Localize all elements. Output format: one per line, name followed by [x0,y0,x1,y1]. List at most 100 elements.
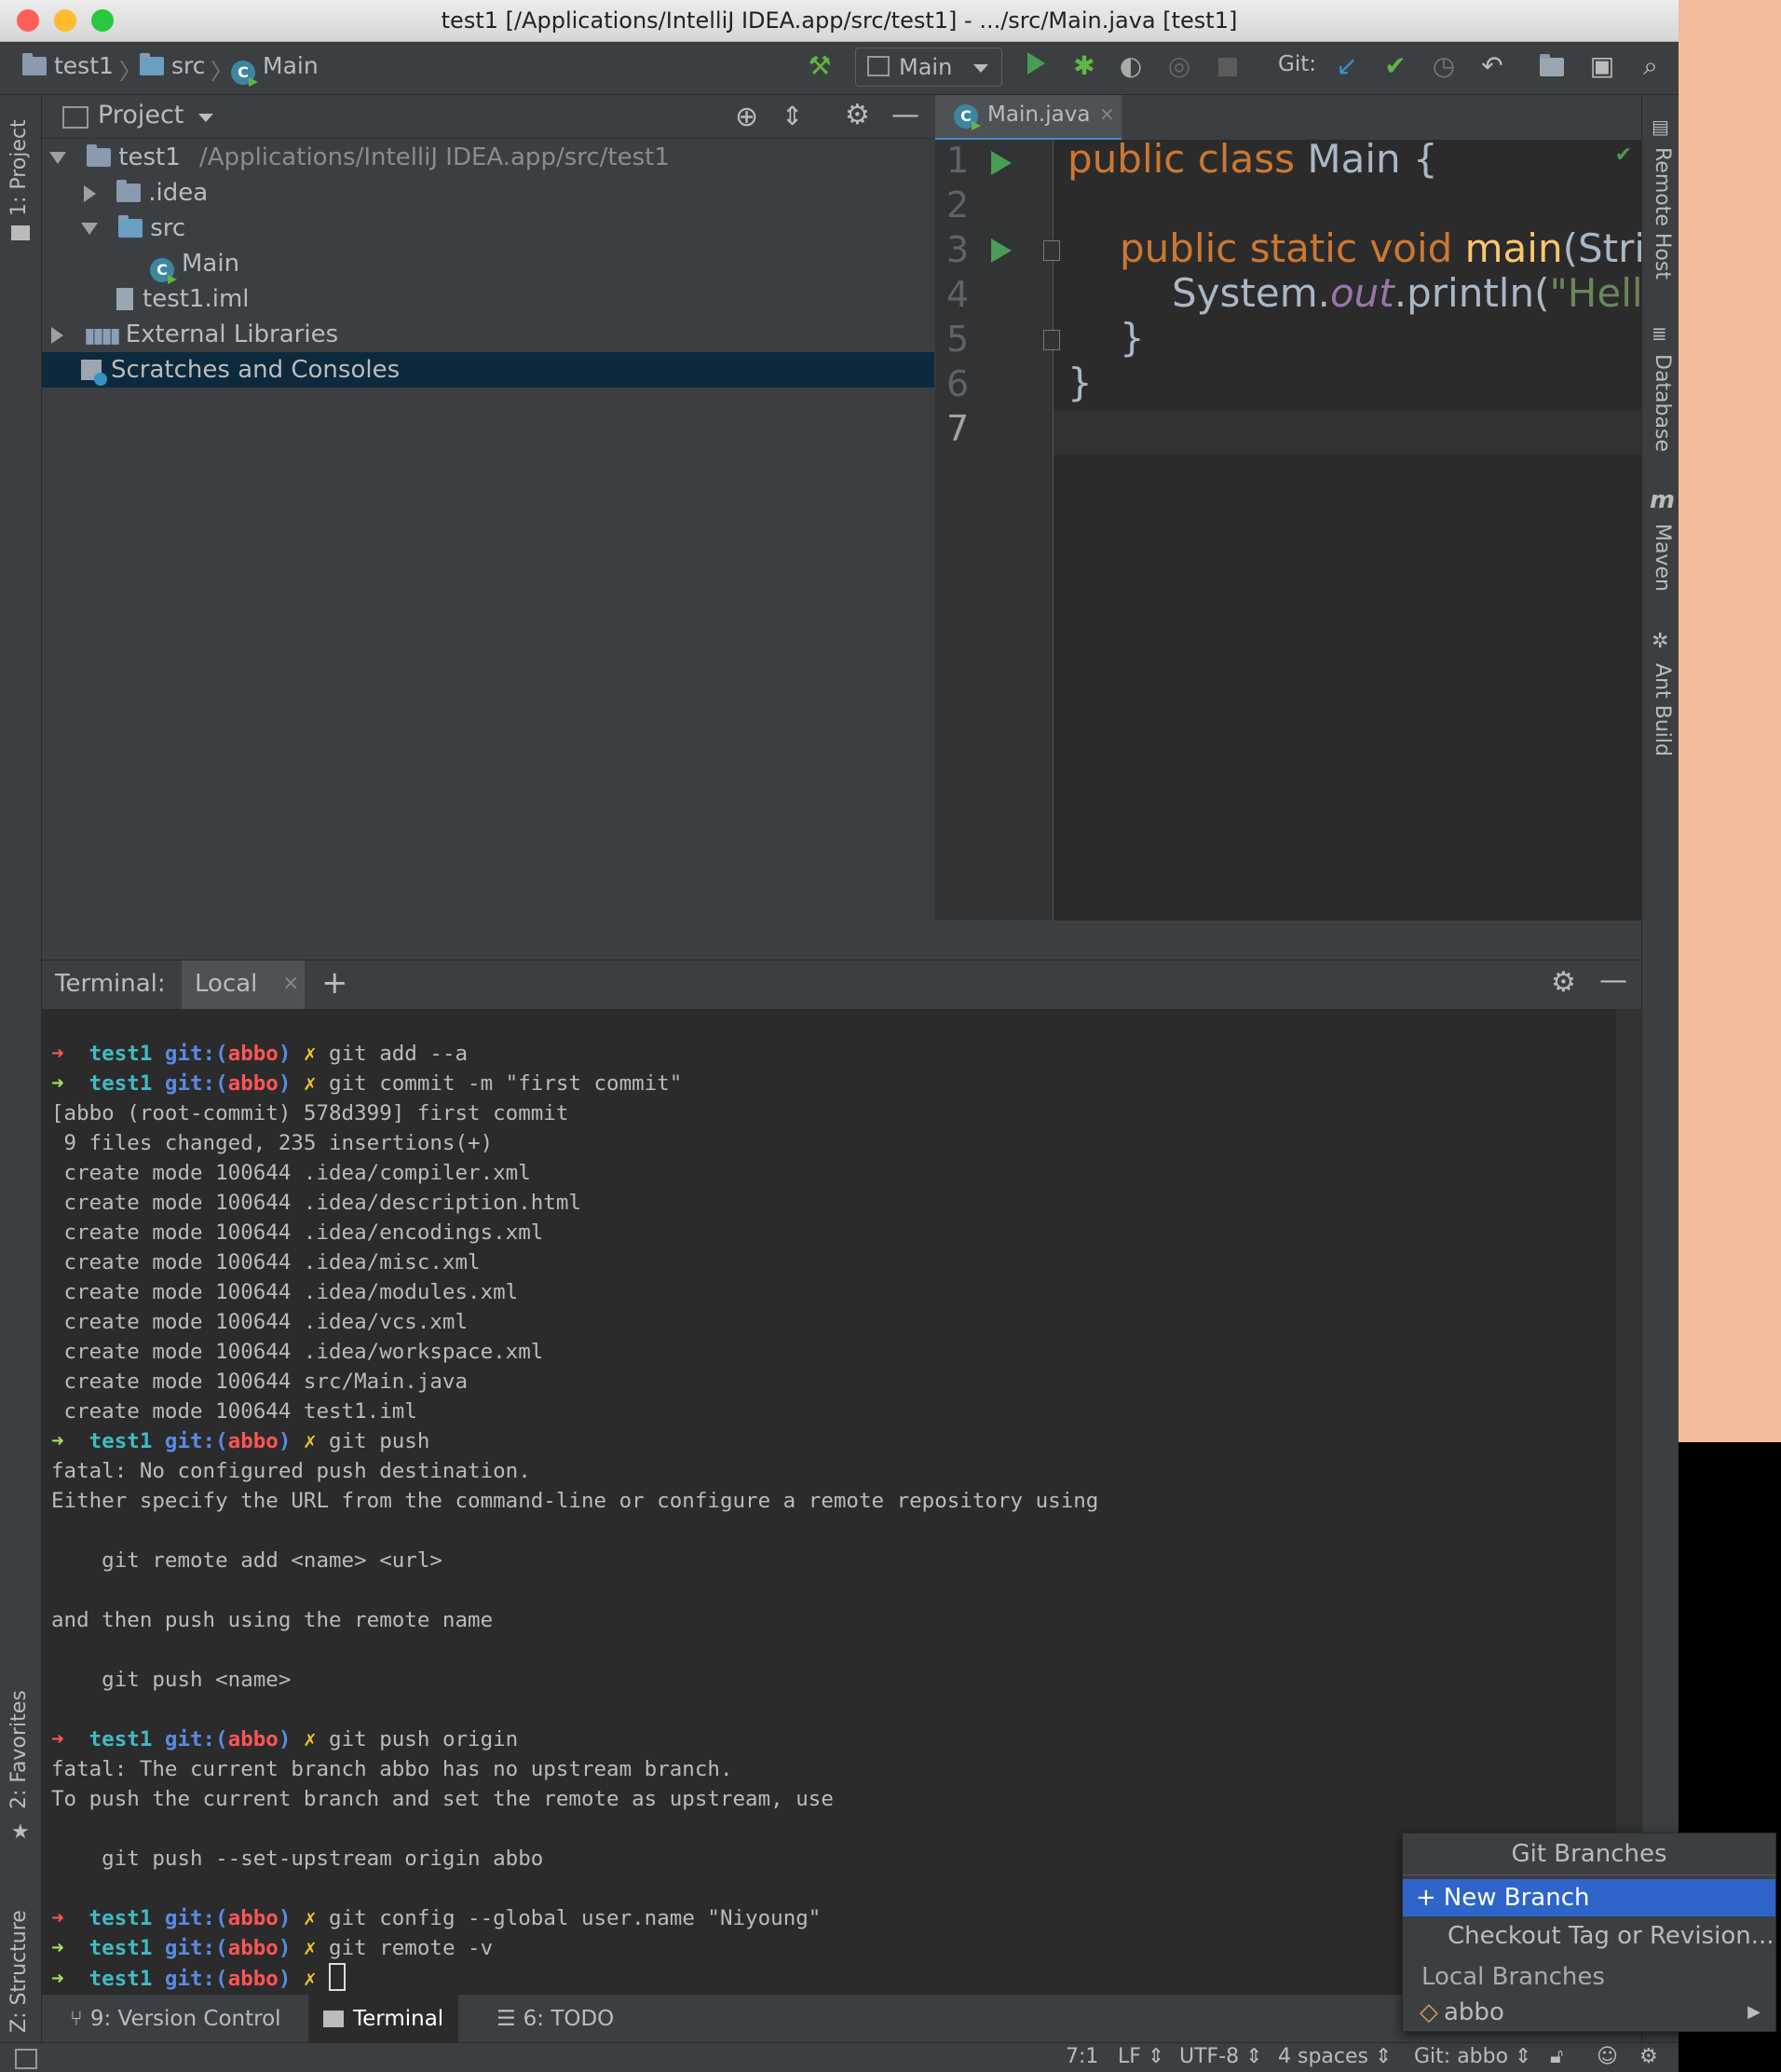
terminal-output-line: create mode 100644 .idea/workspace.xml [51,1340,544,1364]
checkout-tag-item[interactable]: Checkout Tag or Revision... [1403,1917,1775,1955]
fold-icon[interactable] [1043,240,1060,261]
caret-position[interactable]: 7:1 [1066,2045,1098,2068]
terminal-output-line: Either specify the URL from the command-… [51,1489,1099,1513]
hide-panel-icon[interactable]: — [1599,964,1627,997]
new-branch-item[interactable]: + New Branch [1403,1879,1775,1916]
git-history-icon[interactable]: ◷ [1427,49,1461,83]
git-label: Git: [1278,52,1316,76]
gear-icon[interactable]: ⚙ [845,99,870,131]
run-gutter-icon[interactable] [991,151,1012,175]
collapsed-arrow-icon[interactable] [84,184,96,202]
tab-todo[interactable]: ☰ 6: TODO [482,1995,629,2043]
java-class-icon: C [231,61,255,85]
gear-icon[interactable]: ⚙ [1551,966,1576,999]
tool-windows-icon[interactable] [15,2049,37,2069]
tab-main-java[interactable]: C Main.java × [935,95,1122,141]
git-commit-icon[interactable]: ✔ [1379,49,1412,83]
expand-arrow-icon[interactable] [49,152,66,164]
tab-ant-build[interactable]: Ant Build [1651,663,1674,757]
plus-icon: + [1416,1884,1436,1912]
maven-icon: m [1650,486,1676,514]
tree-item-test1[interactable]: test1 /Applications/IntelliJ IDEA.app/sr… [42,140,934,175]
git-update-icon[interactable]: ↙ [1330,49,1364,83]
debug-icon[interactable]: ✱ [1067,49,1101,83]
terminal-output-line: create mode 100644 test1.iml [51,1399,417,1424]
stop-button[interactable] [1211,49,1244,83]
tree-item-src[interactable]: src [42,211,934,246]
left-tool-strip: 1: Project 2: Favorites ★ Z: Structure ▪ [0,95,42,2062]
line-separator-select[interactable]: LF ⇕ [1118,2045,1164,2068]
terminal-output-line: git push --set-upstream origin abbo [51,1847,544,1871]
collapse-all-icon[interactable]: ⇕ [782,101,803,131]
expand-arrow-icon[interactable] [81,223,98,235]
git-rollback-icon[interactable]: ↶ [1475,49,1509,83]
terminal-prompt-line: ➜ test1 git:(abbo) ✗ git push origin [51,1727,519,1752]
search-everywhere-icon[interactable]: ⌕ [1634,49,1667,83]
tab-database[interactable]: Database [1651,354,1674,452]
terminal-output-line: create mode 100644 .idea/compiler.xml [51,1161,531,1185]
terminal-header: Terminal: Local × + ⚙ — [42,960,1641,1010]
tree-item-idea[interactable]: .idea [42,175,934,211]
event-log-icon[interactable]: ⚙ [1639,2045,1658,2068]
breadcrumb-project[interactable]: test1 [22,52,114,79]
terminal-output-line: git remote add <name> <url> [51,1548,442,1573]
terminal-tab-local[interactable]: Local × [182,961,305,1009]
terminal-cursor [329,1963,347,1991]
database-icon: ≣ [1652,322,1667,345]
tree-item-external-libraries[interactable]: ▮▮▮▮ External Libraries [42,317,934,352]
terminal-input-line[interactable]: ➜ test1 git:(abbo) ✗ [51,1963,347,1993]
star-icon: ★ [11,1820,30,1844]
popup-title: Git Branches [1511,1840,1667,1868]
navigation-bar: test1 〉 src 〉 C Main ⚒ Main ✱ ◐ ◎ Git: ↙ … [0,42,1679,95]
tab-version-control[interactable]: ⑂ 9: Version Control [55,1995,296,2043]
close-tab-icon[interactable]: × [282,972,299,995]
encoding-select[interactable]: UTF-8 ⇕ [1179,2045,1263,2068]
terminal-output-line: create mode 100644 .idea/encodings.xml [51,1220,544,1245]
tab-favorites[interactable]: 2: Favorites [7,1690,31,1809]
git-branch-widget[interactable]: Git: abbo ⇕ [1414,2045,1532,2068]
breadcrumb-main[interactable]: C Main [231,52,319,85]
profile-icon[interactable]: ◎ [1162,49,1196,83]
locate-icon[interactable]: ⊕ [735,101,758,133]
caret-line-highlight [1054,410,1641,455]
terminal-output-line: create mode 100644 .idea/vcs.xml [51,1310,469,1334]
new-terminal-tab-icon[interactable]: + [321,964,348,1002]
code-editor[interactable]: 1 2 3 4 5 6 7 ✔ public class Main { publ… [935,140,1641,920]
coverage-icon[interactable]: ◐ [1114,49,1148,83]
tab-terminal[interactable]: Terminal [308,1995,459,2043]
indent-select[interactable]: 4 spaces ⇕ [1278,2045,1392,2068]
fold-icon[interactable] [1043,330,1060,350]
tree-item-test1-iml[interactable]: test1.iml [42,281,934,317]
tab-structure[interactable]: Z: Structure [7,1910,31,2033]
tab-maven[interactable]: Maven [1651,524,1674,592]
terminal-output[interactable]: ➜ test1 git:(abbo) ✗ git add --a ➜ test1… [42,1009,1616,1994]
tab-project[interactable]: 1: Project [7,119,31,216]
status-bar: 7:1 LF ⇕ UTF-8 ⇕ 4 spaces ⇕ Git: abbo ⇕ … [0,2042,1679,2072]
config-icon [867,56,890,76]
tab-remote-host[interactable]: Remote Host [1651,147,1674,279]
hide-panel-icon[interactable]: — [891,99,919,131]
branch-item-abbo[interactable]: ◇ abbo ▶ [1403,1994,1775,2031]
right-tool-strip: ▤ Remote Host ≣ Database m Maven ✲ Ant B… [1641,95,1679,2042]
project-view-select[interactable]: Project [98,101,184,130]
lock-icon[interactable]: 🔓︎ [1550,2045,1563,2068]
tree-item-main[interactable]: C Main [42,246,934,282]
editor-horizontal-scrollbar[interactable] [935,920,1641,960]
collapsed-arrow-icon[interactable] [51,326,63,344]
breadcrumb-separator: 〉 [119,59,142,85]
folder-icon [140,53,164,75]
terminal-window-icon[interactable]: ▣ [1585,49,1619,83]
run-configuration-select[interactable]: Main [855,48,1002,87]
chevron-down-icon[interactable] [198,114,213,122]
run-gutter-icon[interactable] [991,239,1012,263]
inspector-icon[interactable]: ☺ [1597,2045,1618,2068]
terminal-output-line: fatal: The current branch abbo has no up… [51,1757,733,1781]
terminal-output-line: 9 files changed, 235 insertions(+) [51,1131,494,1155]
terminal-output-line: create mode 100644 .idea/misc.xml [51,1250,481,1275]
breadcrumb-src[interactable]: src [140,52,206,79]
tree-item-scratches[interactable]: Scratches and Consoles [42,352,934,388]
project-structure-icon[interactable] [1535,49,1569,83]
run-button[interactable] [1019,49,1053,83]
close-tab-icon[interactable]: × [1099,102,1115,125]
build-hammer-icon[interactable]: ⚒ [803,49,836,83]
